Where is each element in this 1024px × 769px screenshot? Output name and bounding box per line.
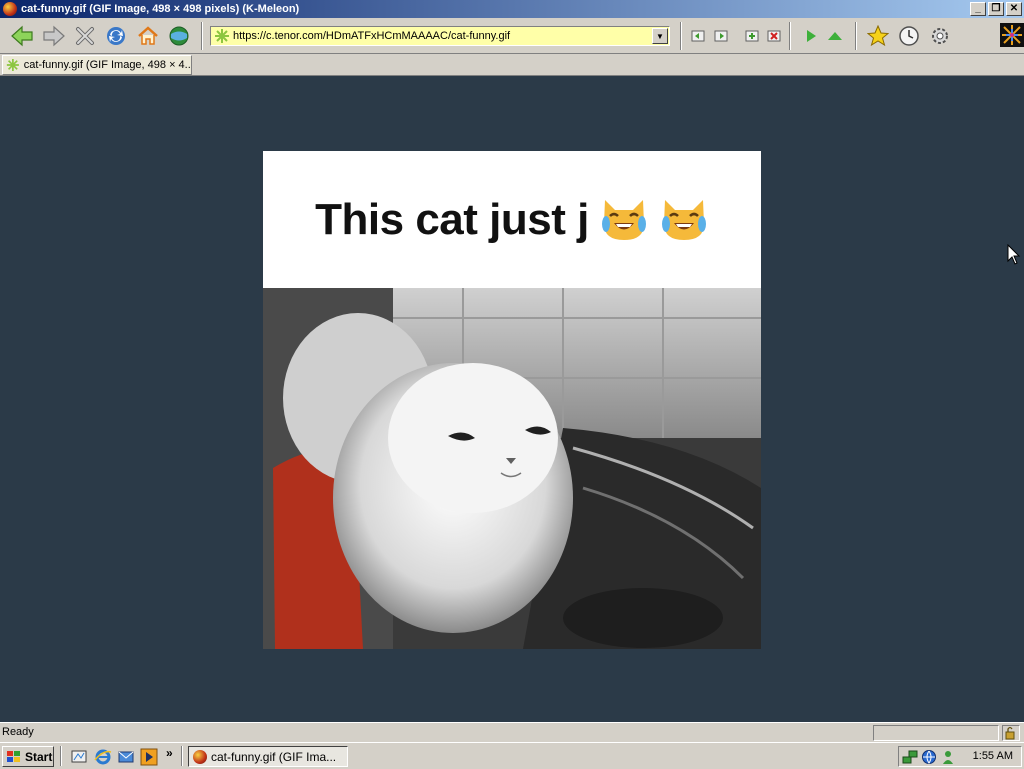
clock[interactable]: 1:55 AM	[973, 750, 1013, 762]
toolbar-separator	[855, 22, 857, 50]
go-back-page-icon[interactable]	[686, 24, 710, 48]
url-dropdown-button[interactable]: ▼	[652, 28, 668, 44]
mouse-cursor-icon	[1007, 244, 1021, 265]
restore-button[interactable]: ❐	[988, 2, 1004, 16]
settings-gear-icon[interactable]	[928, 24, 952, 48]
outlook-express-icon[interactable]	[117, 748, 135, 766]
internet-explorer-icon[interactable]	[94, 748, 112, 766]
toolbar-separator	[789, 22, 791, 50]
go-forward-page-icon[interactable]	[709, 24, 733, 48]
crying-laughing-cat-icon	[601, 199, 646, 240]
status-text: Ready	[2, 726, 34, 738]
tab-cat-funny[interactable]: cat-funny.gif (GIF Image, 498 × 4...	[2, 55, 192, 75]
cat-photo	[263, 288, 761, 649]
windows-logo-icon	[7, 750, 20, 762]
cat-photo-illustration	[263, 288, 761, 649]
quick-launch-chevron[interactable]: »	[166, 746, 173, 760]
start-button[interactable]: Start	[2, 746, 54, 767]
status-progress-pane	[873, 725, 999, 741]
page-content: This cat just j	[0, 76, 1024, 722]
user-tray-icon[interactable]	[940, 749, 956, 765]
status-bar: Ready	[0, 722, 1024, 742]
toolbar-separator	[680, 22, 682, 50]
forward-icon[interactable]	[42, 24, 66, 48]
security-status-pane	[1002, 725, 1020, 741]
back-icon[interactable]	[10, 24, 34, 48]
show-desktop-icon[interactable]	[70, 748, 88, 766]
history-clock-icon[interactable]	[897, 24, 921, 48]
new-page-icon[interactable]	[740, 24, 764, 48]
tenor-favicon-icon	[215, 29, 229, 43]
network-icon[interactable]	[902, 749, 918, 765]
globe-icon[interactable]	[167, 24, 191, 48]
taskbar-window-button[interactable]: cat-funny.gif (GIF Ima...	[188, 746, 348, 767]
tab-label: cat-funny.gif (GIF Image, 498 × 4...	[23, 59, 191, 71]
window-controls: _ ❐ ✕	[970, 2, 1022, 16]
navigation-toolbar: https://c.tenor.com/HDmATFxHCmMAAAAC/cat…	[0, 18, 1024, 54]
gif-caption-text: This cat just j	[315, 194, 589, 244]
home-icon[interactable]	[136, 24, 160, 48]
kmeleon-app-icon	[193, 749, 207, 764]
toolbar-separator	[201, 22, 203, 50]
reload-icon[interactable]	[104, 24, 128, 48]
crying-laughing-cat-icon	[661, 199, 706, 240]
bookmark-star-icon[interactable]	[866, 24, 890, 48]
close-page-icon[interactable]	[762, 24, 786, 48]
gif-caption: This cat just j	[263, 151, 761, 288]
stop-icon[interactable]	[73, 24, 97, 48]
close-button[interactable]: ✕	[1006, 2, 1022, 16]
taskbar-window-label: cat-funny.gif (GIF Ima...	[211, 749, 337, 764]
taskbar-separator	[60, 746, 62, 766]
window-title: cat-funny.gif (GIF Image, 498 × 498 pixe…	[21, 3, 300, 15]
globe-tray-icon[interactable]	[921, 749, 937, 765]
start-label: Start	[25, 749, 53, 764]
tenor-favicon-icon	[6, 58, 19, 72]
kmeleon-logo-icon	[1000, 20, 1024, 50]
title-bar: cat-funny.gif (GIF Image, 498 × 498 pixe…	[0, 0, 1024, 18]
taskbar: Start » cat-funny.gif (GIF Ima... 1:55 A…	[0, 742, 1024, 768]
gif-image[interactable]: This cat just j	[263, 151, 761, 649]
system-tray: 1:55 AM	[898, 746, 1022, 767]
taskbar-separator	[181, 746, 183, 766]
media-player-icon[interactable]	[140, 748, 158, 766]
tab-bar: cat-funny.gif (GIF Image, 498 × 4...	[0, 54, 1024, 76]
up-icon[interactable]	[823, 24, 847, 48]
play-icon[interactable]	[799, 24, 823, 48]
address-bar[interactable]: https://c.tenor.com/HDmATFxHCmMAAAAC/cat…	[210, 26, 670, 46]
url-text[interactable]: https://c.tenor.com/HDmATFxHCmMAAAAC/cat…	[233, 30, 652, 42]
kmeleon-app-icon[interactable]	[3, 2, 17, 16]
minimize-button[interactable]: _	[970, 2, 986, 16]
unlocked-icon	[1005, 726, 1015, 740]
